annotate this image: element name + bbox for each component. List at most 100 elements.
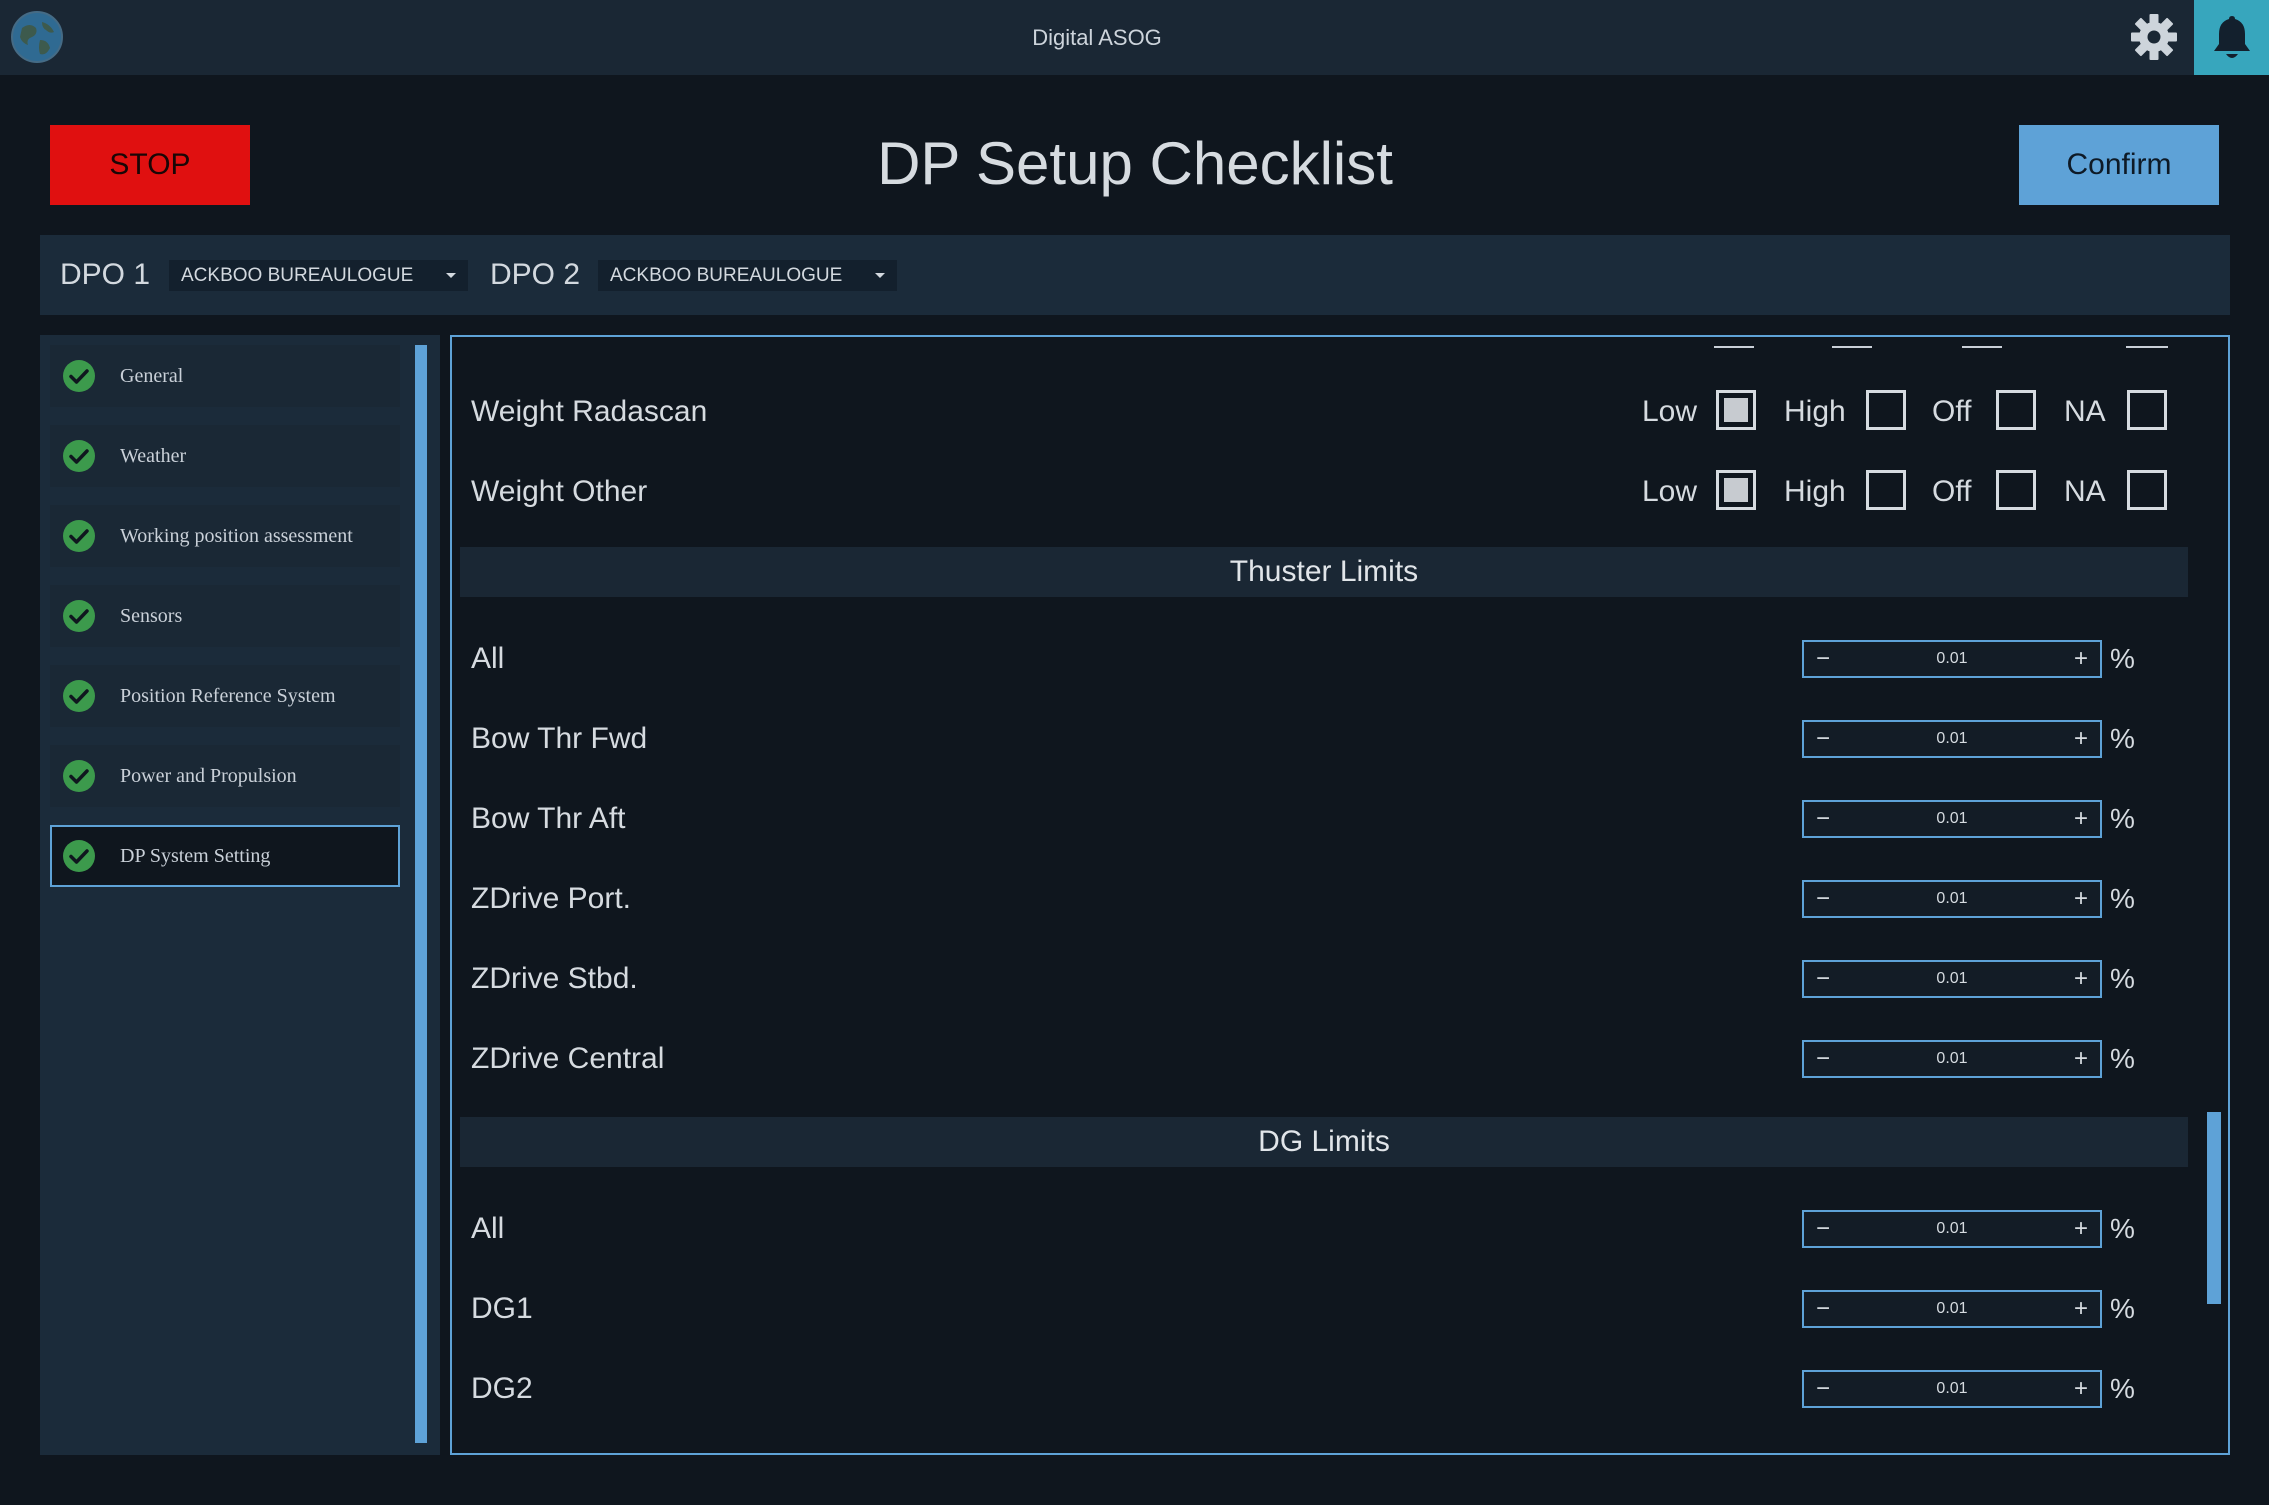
notifications-button[interactable] [2194,0,2269,75]
decrement-button[interactable]: − [1804,642,1842,676]
option-label-off: Off [1932,395,1972,428]
checkbox-weight-other-na[interactable] [2127,470,2167,510]
decrement-button[interactable]: − [1804,1292,1842,1326]
decrement-button[interactable]: − [1804,882,1842,916]
dpo2-select[interactable]: ACKBOO BUREAULOGUE [598,260,897,291]
main-scrollbar[interactable] [2207,1112,2221,1304]
stepper-value[interactable]: 0.01 [1842,1212,2062,1246]
unit-label: % [2110,803,2135,834]
sidebar-item-label: Position Reference System [120,685,336,707]
sidebar-item-dp-system-setting[interactable]: DP System Setting [50,825,400,887]
sidebar-item-sensors[interactable]: Sensors [50,585,400,647]
gear-icon[interactable] [2129,12,2179,62]
unit-label: % [2110,643,2135,674]
stepper-value[interactable]: 0.01 [1842,802,2062,836]
increment-button[interactable]: + [2062,802,2100,836]
dpo2-value: ACKBOO BUREAULOGUE [610,265,843,286]
unit-label: % [2110,1043,2135,1074]
row-label-bow-thr-fwd: Bow Thr Fwd [471,722,648,755]
sidebar-item-power-propulsion[interactable]: Power and Propulsion [50,745,400,807]
section-header-thruster-limits: Thuster Limits [460,547,2188,597]
row-label-dg2: DG2 [471,1372,533,1405]
decrement-button[interactable]: − [1804,962,1842,996]
unit-label: % [2110,963,2135,994]
increment-button[interactable]: + [2062,882,2100,916]
row-label-bow-thr-aft: Bow Thr Aft [471,802,626,835]
checkbox-weight-radascan-na[interactable] [2127,390,2167,430]
stepper-dg2: − 0.01 + [1802,1370,2102,1408]
decrement-button[interactable]: − [1804,722,1842,756]
stepper-zdrive-port: − 0.01 + [1802,880,2102,918]
option-label-na: NA [2064,475,2106,508]
option-label-low: Low [1642,475,1698,508]
stepper-value[interactable]: 0.01 [1842,722,2062,756]
sidebar-item-label: DP System Setting [120,845,271,867]
stepper-thruster-all: − 0.01 + [1802,640,2102,678]
stepper-bow-thr-fwd: − 0.01 + [1802,720,2102,758]
dpo1-select[interactable]: ACKBOO BUREAULOGUE [169,260,468,291]
chevron-down-icon [446,273,456,278]
decrement-button[interactable]: − [1804,1372,1842,1406]
checkbox-weight-radascan-off[interactable] [1996,390,2036,430]
row-label-zdrive-port: ZDrive Port. [471,882,632,915]
decrement-button[interactable]: − [1804,1042,1842,1076]
check-circle-icon [63,760,95,792]
increment-button[interactable]: + [2062,642,2100,676]
row-label-weight-other: Weight Other [471,475,648,508]
sidebar-item-label: Sensors [120,605,183,627]
stepper-value[interactable]: 0.01 [1842,882,2062,916]
decrement-button[interactable]: − [1804,802,1842,836]
checkbox-weight-other-high[interactable] [1866,470,1906,510]
increment-button[interactable]: + [2062,1042,2100,1076]
top-bar: Digital ASOG [0,0,2269,75]
dpo1-label: DPO 1 [60,258,151,291]
page-title: DP Setup Checklist [877,130,1393,197]
stepper-dg1: − 0.01 + [1802,1290,2102,1328]
dpo2-label: DPO 2 [490,258,581,291]
sidebar-item-label: General [120,365,184,387]
sidebar-item-position-reference[interactable]: Position Reference System [50,665,400,727]
stop-button[interactable]: STOP [50,125,250,205]
sidebar-item-general[interactable]: General [50,345,400,407]
row-label-dg1: DG1 [471,1292,533,1325]
option-label-na: NA [2064,395,2106,428]
sidebar-item-label: Working position assessment [120,525,353,547]
row-label-zdrive-central: ZDrive Central [471,1042,665,1075]
increment-button[interactable]: + [2062,1212,2100,1246]
stepper-zdrive-stbd: − 0.01 + [1802,960,2102,998]
checkbox-weight-other-off[interactable] [1996,470,2036,510]
sidebar-item-label: Weather [120,445,187,467]
option-label-high: High [1784,395,1846,428]
checkbox-weight-radascan-low[interactable] [1716,390,1756,430]
stepper-value[interactable]: 0.01 [1842,962,2062,996]
check-circle-icon [63,840,95,872]
increment-button[interactable]: + [2062,722,2100,756]
stepper-value[interactable]: 0.01 [1842,1292,2062,1326]
checkbox-weight-other-low[interactable] [1716,470,1756,510]
sidebar-item-label: Power and Propulsion [120,765,297,787]
sidebar-scrollbar[interactable] [415,345,427,1443]
check-circle-icon [63,680,95,712]
stepper-value[interactable]: 0.01 [1842,1372,2062,1406]
stepper-value[interactable]: 0.01 [1842,642,2062,676]
unit-label: % [2110,1293,2135,1324]
row-label-weight-radascan: Weight Radascan [471,395,708,428]
option-label-off: Off [1932,475,1972,508]
confirm-button[interactable]: Confirm [2019,125,2219,205]
divider [1962,346,2002,348]
checkbox-weight-radascan-high[interactable] [1866,390,1906,430]
increment-button[interactable]: + [2062,1292,2100,1326]
stepper-value[interactable]: 0.01 [1842,1042,2062,1076]
stepper-zdrive-central: − 0.01 + [1802,1040,2102,1078]
row-label-dg-all: All [471,1212,505,1245]
decrement-button[interactable]: − [1804,1212,1842,1246]
bell-icon [2214,16,2250,58]
sidebar-item-working-position[interactable]: Working position assessment [50,505,400,567]
sidebar-item-weather[interactable]: Weather [50,425,400,487]
unit-label: % [2110,883,2135,914]
check-circle-icon [63,440,95,472]
row-label-thruster-all: All [471,642,505,675]
stepper-bow-thr-aft: − 0.01 + [1802,800,2102,838]
increment-button[interactable]: + [2062,1372,2100,1406]
increment-button[interactable]: + [2062,962,2100,996]
